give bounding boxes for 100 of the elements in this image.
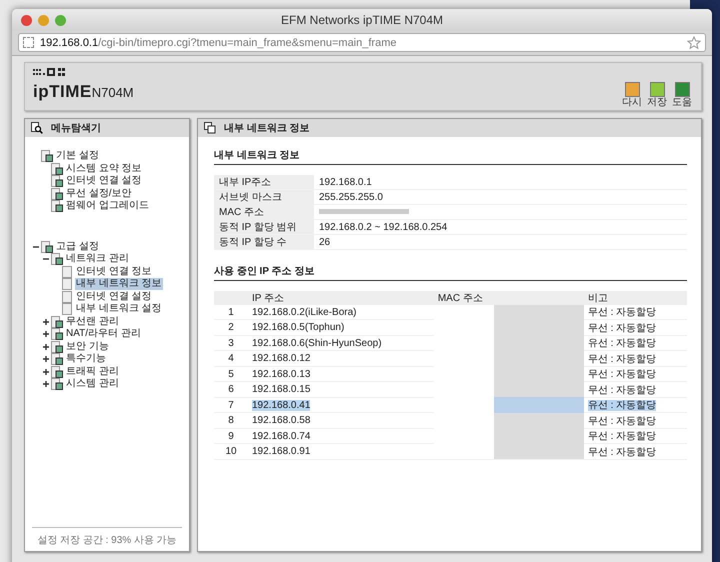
menu-item[interactable]: 네트워크 관리 [65, 253, 130, 266]
toolbar-button[interactable]: 다시 [621, 82, 643, 108]
menu-item[interactable]: NAT/라우터 관리 [65, 328, 142, 340]
row-number: 9 [214, 428, 248, 444]
folder-icon [51, 175, 63, 188]
menu-item[interactable]: 시스템 관리 [65, 378, 120, 390]
row-number: 6 [214, 382, 248, 398]
folder-icon [51, 200, 63, 212]
menu-item[interactable]: 인터넷 연결 설정 [65, 175, 143, 188]
bookmark-star-icon[interactable] [687, 36, 701, 50]
table-cell: 무선 : 자동할당 [588, 354, 656, 365]
folder-icon [51, 378, 63, 390]
table-cell: 192.168.0.12 [252, 353, 310, 364]
table-cell: 192.168.0.41 [252, 400, 310, 411]
table-cell: 무선 : 자동할당 [588, 384, 656, 396]
page-icon [61, 278, 73, 290]
column-header: MAC 주소 [434, 291, 584, 305]
menu-item[interactable]: 무선 설정/보안 [65, 188, 133, 200]
page-icon [61, 266, 73, 278]
expand-toggle[interactable] [43, 356, 51, 362]
table-cell: 무선 : 자동할당 [588, 416, 656, 427]
menu-item[interactable]: 특수기능 [65, 353, 107, 366]
row-number: 5 [214, 366, 248, 382]
expand-toggle[interactable] [43, 331, 51, 338]
table-cell: 유선 : 자동할당 [588, 338, 656, 350]
table-cell: 192.168.0.74 [252, 430, 310, 442]
expand-toggle[interactable] [43, 318, 51, 325]
table-cell: 무선 : 자동할당 [588, 369, 656, 380]
section-heading: 내부 네트워크 정보 [214, 148, 687, 165]
menu-item[interactable]: 보안 기능 [65, 340, 110, 353]
storage-status: 설정 저장 공간 : 93% 사용 가능 [32, 527, 182, 547]
field-value: 255.255.255.0 [314, 190, 687, 204]
row-number: 10 [214, 444, 248, 460]
folder-icon [51, 328, 63, 340]
column-header: 비고 [584, 291, 687, 305]
menu-item[interactable]: 무선랜 관리 [65, 316, 120, 328]
page-icon [61, 303, 73, 316]
menu-item[interactable]: 고급 설정 [55, 240, 100, 253]
folder-icon [51, 162, 63, 175]
row-number: 8 [214, 412, 248, 428]
window-title: EFM Networks ipTIME N704M [280, 13, 444, 27]
menu-item[interactable]: 인터넷 연결 정보 [75, 266, 153, 278]
folder-icon [51, 366, 63, 378]
brand-logo: ipTIME [33, 82, 92, 102]
folder-icon [51, 353, 63, 366]
row-number: 7 [214, 397, 248, 413]
toolbar-button[interactable]: 도움 [671, 82, 693, 108]
panel-title: 메뉴탐색기 [51, 122, 101, 135]
table-cell: 192.168.0.13 [252, 368, 310, 380]
field-label: 내부 IP주소 [214, 175, 314, 190]
field-label: 동적 IP 할당 범위 [214, 220, 314, 234]
close-button[interactable] [21, 14, 32, 26]
table-cell: 192.168.0.5(Tophun) [252, 322, 344, 334]
table-cell: 무선 : 자동할당 [588, 307, 656, 318]
folder-icon [51, 316, 63, 328]
folder-icon [51, 253, 63, 266]
field-value: 192.168.0.2 ~ 192.168.0.254 [314, 220, 687, 234]
row-number: 1 [214, 305, 248, 320]
menu-item[interactable]: 펌웨어 업그레이드 [65, 200, 150, 212]
field-label: 서브넷 마스크 [214, 190, 314, 204]
folder-icon [41, 150, 53, 162]
search-icon [31, 122, 43, 134]
collapse-toggle[interactable] [43, 256, 51, 262]
table-cell: 무선 : 자동할당 [588, 322, 656, 334]
section-heading: 사용 중인 IP 주소 정보 [214, 264, 687, 281]
expand-toggle[interactable] [43, 344, 51, 350]
field-label: 동적 IP 할당 수 [214, 234, 314, 250]
menu-item[interactable]: 기본 설정 [55, 150, 100, 162]
folder-icon [51, 188, 63, 200]
table-cell: 192.168.0.58 [252, 415, 310, 426]
menu-item[interactable]: 내부 네트워크 설정 [75, 303, 163, 316]
page-icon [61, 290, 73, 303]
table-cell: 무선 : 자동할당 [588, 446, 656, 458]
toolbar-button[interactable]: 저장 [646, 82, 668, 108]
expand-toggle[interactable] [43, 381, 51, 388]
table-cell: 192.168.0.15 [252, 384, 310, 396]
field-value: 26 [314, 234, 687, 250]
table-cell: 192.168.0.6(Shin-HyunSeop) [252, 338, 382, 349]
address-field[interactable]: 192.168.0.1/cgi-bin/timepro.cgi?tmenu=main_frame&smenu=main_frame [18, 33, 706, 52]
field-label: MAC 주소 [214, 204, 314, 220]
menu-item[interactable]: 시스템 요약 정보 [65, 162, 143, 175]
table-cell: 192.168.0.91 [252, 446, 310, 458]
windows-icon [204, 122, 216, 134]
column-header: IP 주소 [248, 291, 434, 305]
row-number: 3 [214, 335, 248, 351]
row-number: 4 [214, 350, 248, 366]
menu-item[interactable]: 인터넷 연결 설정 [75, 290, 153, 303]
table-cell: 유선 : 자동할당 [588, 400, 656, 412]
table-cell: 192.168.0.2(iLike-Bora) [252, 306, 357, 318]
expand-toggle[interactable] [43, 368, 51, 375]
menu-item[interactable]: 내부 네트워크 정보 [75, 278, 163, 290]
row-number: 2 [214, 320, 248, 336]
menu-item[interactable]: 트래픽 관리 [65, 366, 120, 378]
table-cell: 무선 : 자동할당 [588, 431, 656, 442]
collapse-toggle[interactable] [33, 244, 41, 250]
model-name: N704M [92, 85, 134, 100]
field-value: 192.168.0.1 [314, 175, 687, 190]
panel-title: 내부 네트워크 정보 [224, 122, 310, 135]
folder-icon [41, 240, 53, 253]
folder-icon [51, 340, 63, 353]
